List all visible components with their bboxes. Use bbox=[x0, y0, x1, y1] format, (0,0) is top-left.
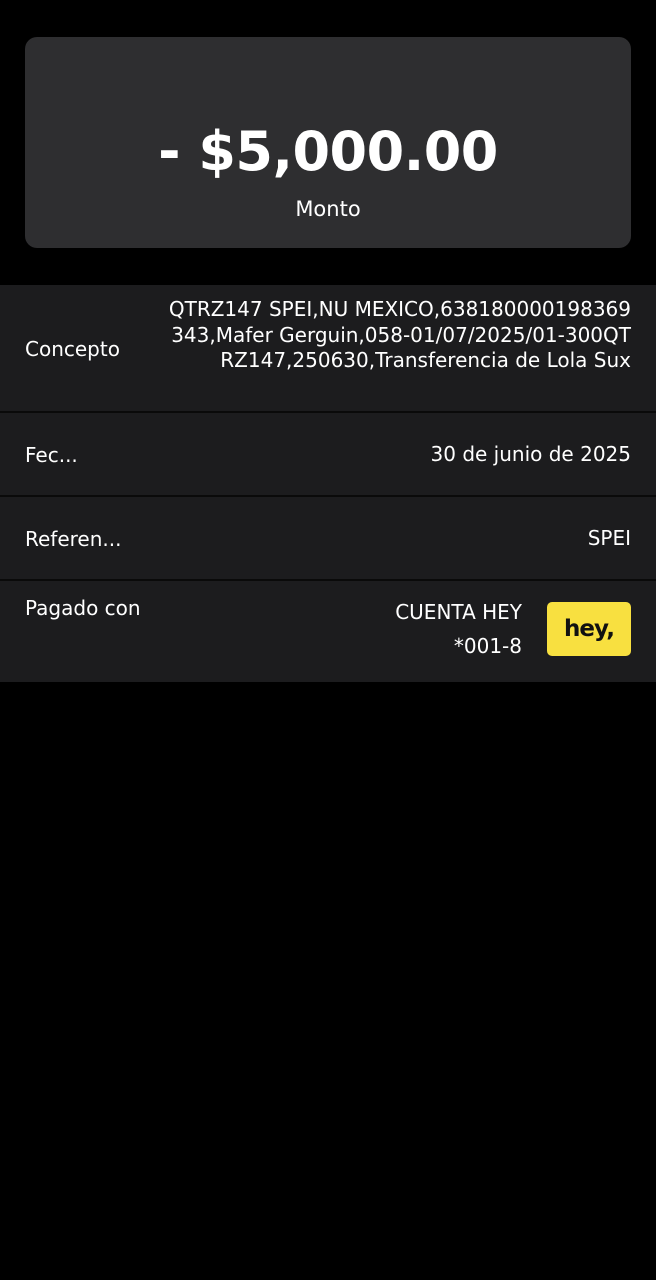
detail-row-fecha: Fec... 30 de junio de 2025 bbox=[0, 413, 656, 497]
detail-row-pagado-con: Pagado con CUENTA HEY *001-8 hey, bbox=[0, 581, 656, 682]
hey-logo: hey, bbox=[547, 602, 631, 656]
fecha-value: 30 de junio de 2025 bbox=[430, 442, 631, 466]
pagado-label: Pagado con bbox=[25, 596, 141, 620]
payment-account: CUENTA HEY *001-8 bbox=[395, 595, 522, 663]
concepto-label: Concepto bbox=[25, 337, 120, 361]
account-number: *001-8 bbox=[453, 634, 522, 658]
referencia-label: Referen... bbox=[25, 527, 122, 551]
amount-value: - $5,000.00 bbox=[158, 120, 498, 183]
transaction-details: Concepto QTRZ147 SPEI,NU MEXICO,63818000… bbox=[0, 285, 656, 682]
account-name: CUENTA HEY bbox=[395, 600, 522, 624]
fecha-label: Fec... bbox=[25, 443, 78, 467]
referencia-value: SPEI bbox=[587, 526, 631, 550]
amount-label: Monto bbox=[295, 197, 361, 221]
amount-card: - $5,000.00 Monto bbox=[25, 37, 631, 248]
concepto-value: QTRZ147 SPEI,NU MEXICO,63818000019836934… bbox=[168, 297, 631, 372]
detail-row-concepto: Concepto QTRZ147 SPEI,NU MEXICO,63818000… bbox=[0, 285, 656, 413]
detail-row-referencia: Referen... SPEI bbox=[0, 497, 656, 581]
